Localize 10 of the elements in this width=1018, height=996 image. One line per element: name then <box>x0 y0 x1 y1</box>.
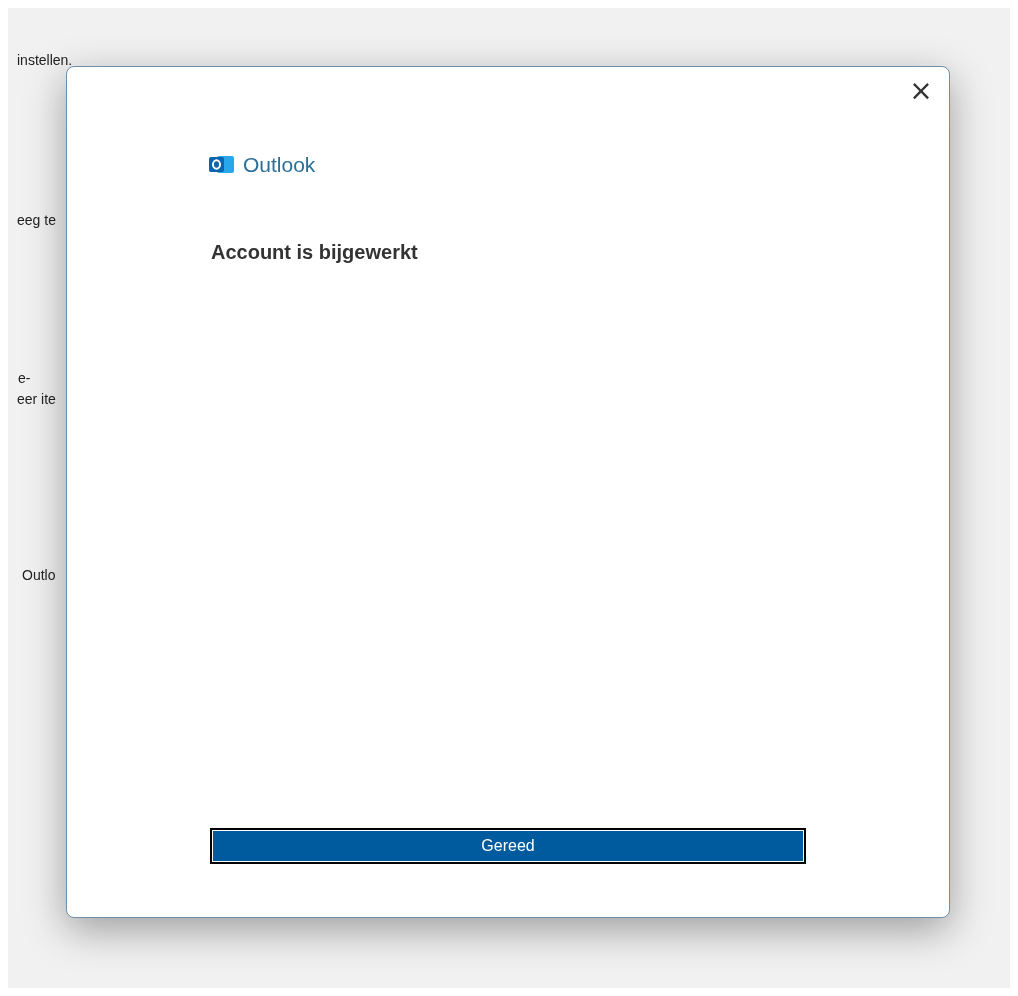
background-text: eer ite <box>17 390 56 409</box>
app-name: Outlook <box>243 152 316 178</box>
close-button[interactable]: × <box>905 75 937 107</box>
outlook-logo-icon <box>209 153 235 176</box>
background-text: e- <box>18 369 31 388</box>
background-text: eeg te <box>17 211 56 230</box>
dialog-heading: Account is bijgewerkt <box>211 239 419 265</box>
background-text: Outlo <box>22 566 56 585</box>
background-text: instellen. <box>17 51 73 70</box>
done-button[interactable]: Gereed <box>210 828 806 864</box>
